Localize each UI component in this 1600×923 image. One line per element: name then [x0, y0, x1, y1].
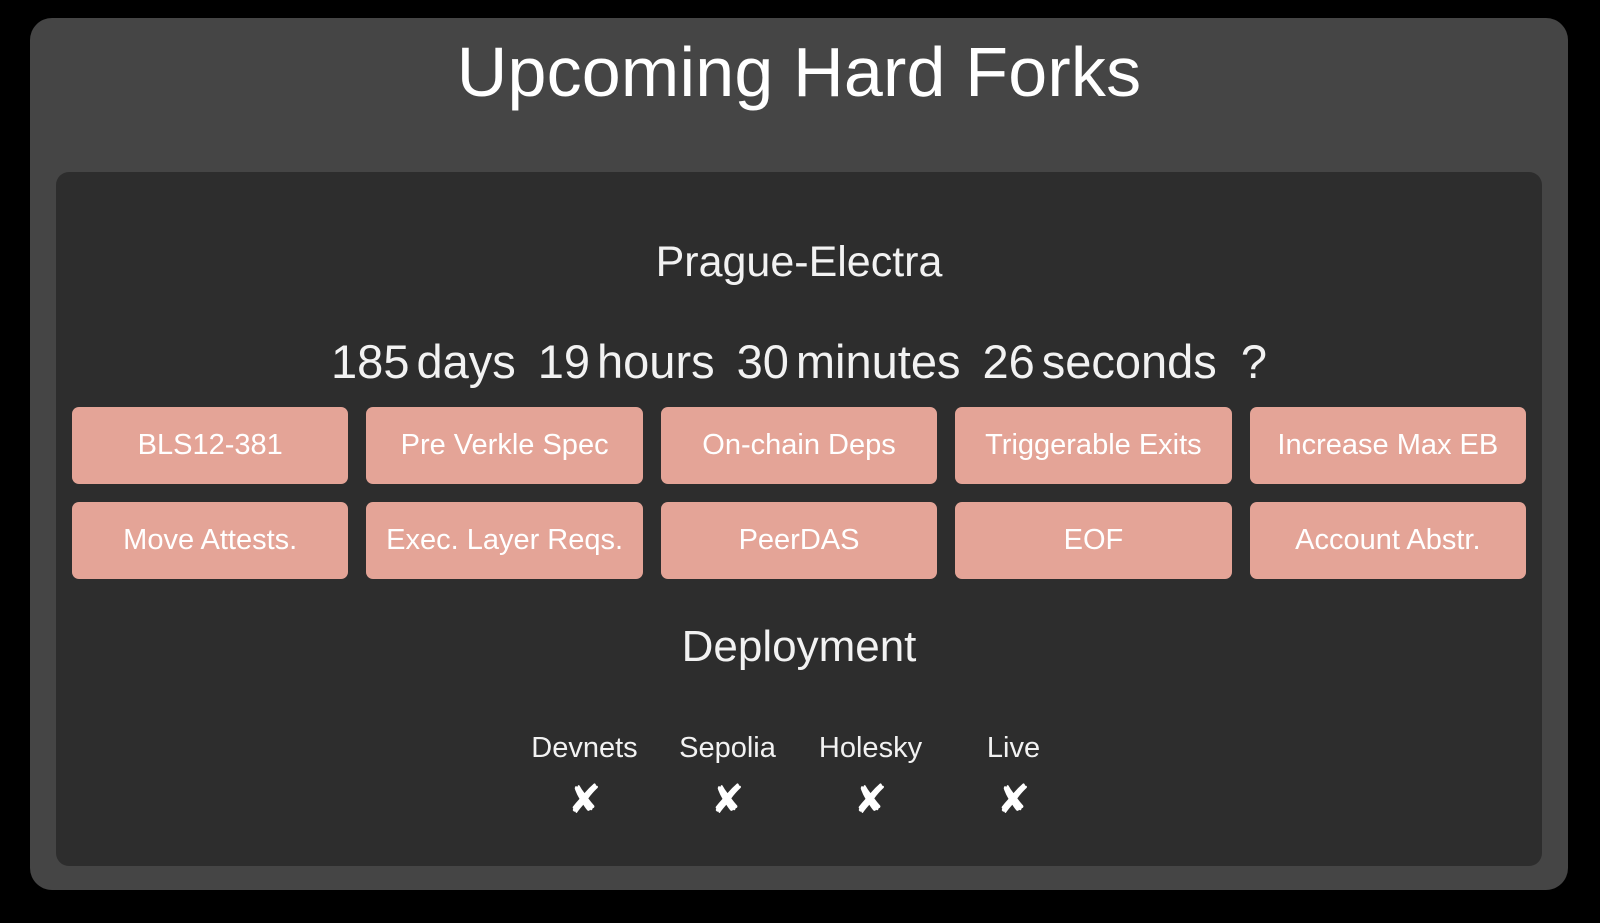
deployment-stage-devnets: Devnets ✘: [513, 732, 656, 822]
fork-card: Prague-Electra 185 days 19 hours 30 minu…: [56, 172, 1542, 866]
deployment-stage-live: Live ✘: [942, 732, 1085, 822]
deployment-stage-sepolia: Sepolia ✘: [656, 732, 799, 822]
eip-pill[interactable]: EOF: [955, 502, 1232, 579]
cross-mark-icon: ✘: [853, 778, 888, 822]
deployment-stage-holesky: Holesky ✘: [799, 732, 942, 822]
hard-forks-panel: Upcoming Hard Forks Prague-Electra 185 d…: [30, 18, 1568, 890]
eip-grid: BLS12-381 Pre Verkle Spec On-chain Deps …: [72, 407, 1527, 579]
eip-pill[interactable]: PeerDAS: [660, 502, 938, 579]
eip-pill[interactable]: On-chain Deps: [660, 407, 938, 484]
countdown-uncertainty-marker: ?: [1240, 335, 1267, 388]
eip-pill[interactable]: Increase Max EB: [1249, 407, 1527, 484]
eip-pill[interactable]: Pre Verkle Spec: [366, 407, 643, 484]
deployment-heading: Deployment: [681, 622, 917, 671]
page-title: Upcoming Hard Forks: [456, 33, 1142, 111]
countdown-hours-label: hours: [597, 335, 715, 388]
cross-mark-icon: ✘: [710, 778, 745, 822]
deployment-stage-label: Devnets: [531, 732, 638, 764]
countdown-hours-value: 19: [537, 335, 591, 388]
cross-mark-icon: ✘: [996, 778, 1031, 822]
eip-row: BLS12-381 Pre Verkle Spec On-chain Deps …: [72, 407, 1527, 484]
deployment-stage-label: Holesky: [818, 732, 923, 764]
countdown-days-label: days: [416, 335, 516, 388]
eip-pill[interactable]: Move Attests.: [72, 502, 349, 579]
eip-pill[interactable]: BLS12-381: [72, 407, 349, 484]
deployment-stage-label: Live: [986, 732, 1041, 764]
deployment-status-table: Devnets ✘ Sepolia ✘ Holesky ✘ Live ✘: [56, 732, 1542, 822]
eip-pill[interactable]: Exec. Layer Reqs.: [366, 502, 643, 579]
countdown-seconds-label: seconds: [1041, 335, 1217, 388]
countdown-minutes-value: 30: [736, 335, 789, 388]
cross-mark-icon: ✘: [567, 778, 602, 822]
countdown-minutes-label: minutes: [795, 335, 961, 388]
eip-pill[interactable]: Account Abstr.: [1249, 502, 1527, 579]
countdown-timer: 185 days 19 hours 30 minutes 26 seconds …: [56, 334, 1542, 389]
eip-row: Move Attests. Exec. Layer Reqs. PeerDAS …: [72, 502, 1527, 579]
app-frame: Upcoming Hard Forks Prague-Electra 185 d…: [0, 0, 1600, 923]
deployment-stage-label: Sepolia: [679, 732, 776, 764]
fork-name: Prague-Electra: [655, 238, 943, 286]
countdown-seconds-value: 26: [982, 335, 1035, 388]
countdown-days-value: 185: [331, 335, 410, 388]
eip-pill[interactable]: Triggerable Exits: [955, 407, 1232, 484]
